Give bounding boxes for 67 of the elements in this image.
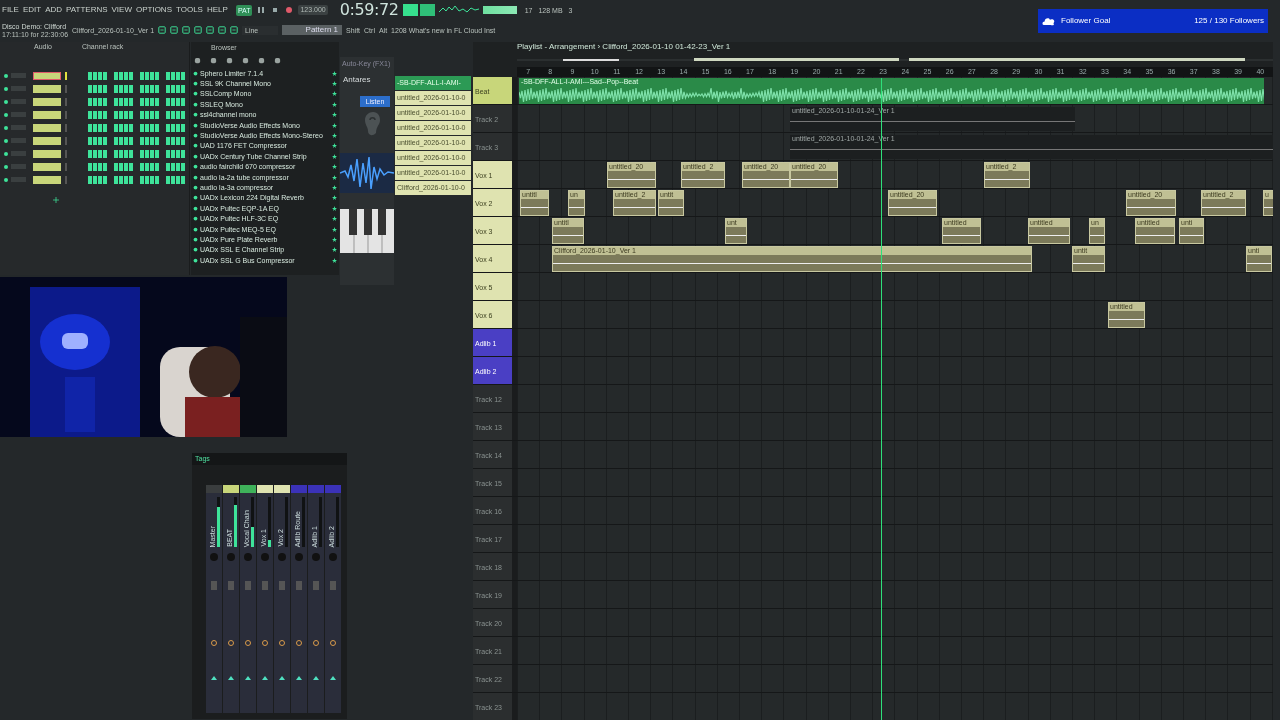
star-icon[interactable]	[332, 216, 337, 222]
star-icon[interactable]	[332, 247, 337, 253]
star-icon[interactable]	[332, 153, 337, 159]
channel-led[interactable]	[4, 177, 8, 182]
send-arrow-icon[interactable]	[228, 676, 234, 680]
star-icon[interactable]	[332, 112, 337, 118]
star-icon[interactable]	[332, 257, 337, 263]
star-icon[interactable]	[332, 236, 337, 242]
goal-label: Follower Goal	[1061, 15, 1112, 27]
star-icon[interactable]	[332, 81, 337, 87]
star-icon[interactable]	[332, 174, 337, 180]
channel-button[interactable]	[32, 84, 62, 93]
channel-button[interactable]	[32, 123, 62, 132]
channel-led[interactable]	[4, 73, 8, 78]
send-arrow-icon[interactable]	[262, 676, 268, 680]
send-arrow-icon[interactable]	[245, 676, 251, 680]
star-icon[interactable]	[332, 70, 337, 76]
goal-count: 125 / 130 Followers	[1194, 15, 1264, 27]
menu-item[interactable]: PATTERNS	[66, 6, 108, 14]
send-arrow-icon[interactable]	[211, 676, 217, 680]
pattern-selector[interactable]: Pattern 1	[282, 25, 343, 35]
star-icon[interactable]	[332, 185, 337, 190]
channel-led[interactable]	[4, 86, 8, 91]
star-icon[interactable]	[332, 226, 337, 232]
channel-led[interactable]	[4, 112, 8, 117]
star-icon[interactable]	[332, 164, 337, 170]
menu-item[interactable]: EDIT	[22, 6, 42, 14]
send-arrow-icon[interactable]	[296, 676, 302, 680]
send-arrow-icon[interactable]	[279, 676, 285, 680]
channel-led[interactable]	[4, 99, 8, 104]
playlist-title: Playlist - Arrangement › Clifford_2026-01-10 01-42-23_Ver 1	[517, 43, 731, 51]
menu-item[interactable]: TOOLS	[176, 6, 203, 14]
menu-item[interactable]: ADD	[45, 6, 63, 14]
time-display: 0:59:72	[339, 2, 399, 18]
channel-led[interactable]	[4, 138, 8, 143]
record-icon[interactable]	[284, 5, 295, 15]
pause-icon[interactable]	[256, 5, 267, 15]
star-icon[interactable]	[332, 205, 337, 211]
channel-button[interactable]	[32, 97, 62, 106]
channel-button[interactable]	[32, 149, 62, 158]
piano-keyboard[interactable]	[340, 208, 394, 253]
channel-button[interactable]	[32, 162, 62, 171]
star-icon[interactable]	[332, 143, 337, 149]
brand-label: Antares	[343, 73, 372, 86]
send-arrow-icon[interactable]	[330, 676, 336, 680]
star-icon[interactable]	[332, 91, 337, 97]
channel-led[interactable]	[4, 164, 8, 169]
menu-item[interactable]: HELP	[206, 6, 228, 14]
waveform-display	[340, 152, 394, 193]
channel-button[interactable]	[32, 110, 62, 119]
channel-button[interactable]	[32, 136, 62, 145]
star-icon[interactable]	[332, 133, 337, 139]
menu-item[interactable]: VIEW	[111, 6, 132, 14]
star-icon[interactable]	[332, 122, 337, 128]
overview-strip[interactable]	[517, 56, 1273, 64]
send-arrow-icon[interactable]	[313, 676, 319, 680]
star-icon[interactable]	[332, 101, 337, 107]
star-icon[interactable]	[332, 195, 337, 201]
record-mode-icon[interactable]	[402, 3, 435, 17]
channel-button[interactable]	[32, 71, 62, 80]
channel-led[interactable]	[4, 151, 8, 156]
menu-item[interactable]: FILE	[2, 6, 19, 14]
channel-button[interactable]	[32, 175, 62, 184]
channel-led[interactable]	[4, 125, 8, 130]
add-channel-icon[interactable]	[53, 197, 59, 203]
output-meter	[482, 6, 517, 14]
menu-item[interactable]: OPTIONS	[135, 6, 172, 14]
